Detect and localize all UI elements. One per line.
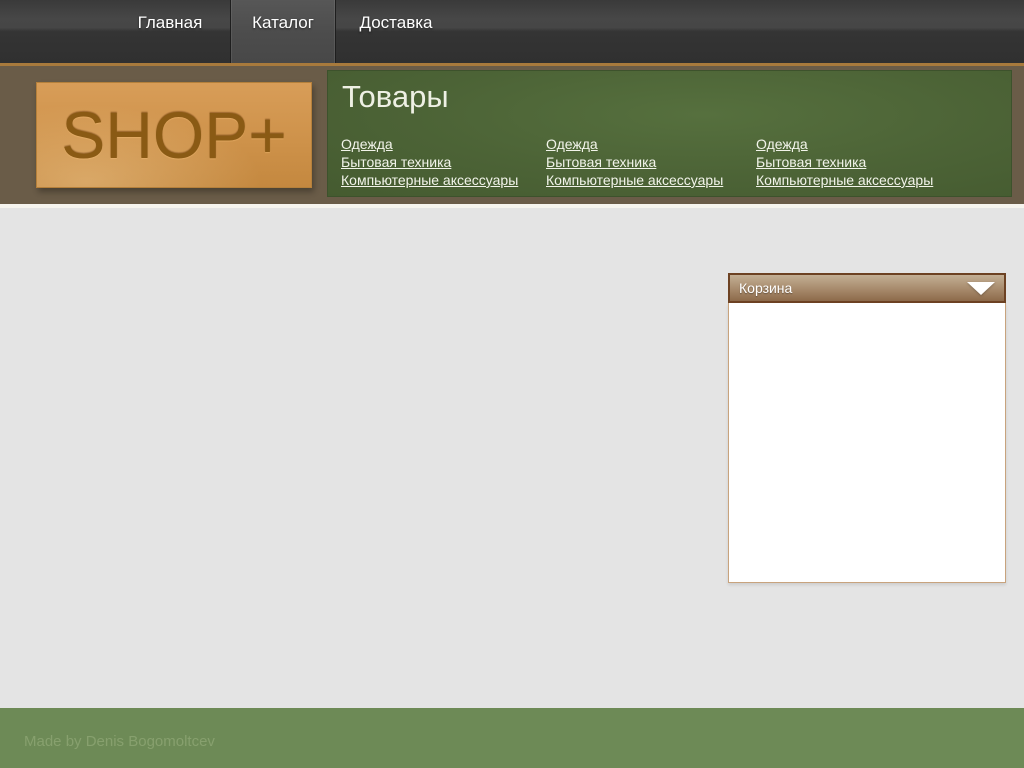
nav-item-delivery[interactable]: Доставка [336, 0, 456, 63]
cart-header[interactable]: Корзина [728, 273, 1006, 303]
shop-logo[interactable]: SHOP+ [36, 82, 312, 188]
site-header: SHOP+ Товары Одежда Бытовая техника Комп… [0, 66, 1024, 204]
cart-title: Корзина [739, 280, 792, 296]
products-panel: Товары Одежда Бытовая техника Компьютерн… [327, 70, 1012, 197]
products-title: Товары [342, 79, 449, 115]
link-computer-accessories[interactable]: Компьютерные аксессуары [341, 171, 518, 189]
cart-widget: Корзина [728, 273, 1006, 583]
nav-item-catalog[interactable]: Каталог [230, 0, 336, 63]
cart-body [728, 303, 1006, 583]
link-clothes[interactable]: Одежда [756, 135, 933, 153]
link-appliances[interactable]: Бытовая техника [546, 153, 723, 171]
link-clothes[interactable]: Одежда [341, 135, 518, 153]
nav-item-home[interactable]: Главная [110, 0, 230, 63]
footer-credit: Made by Denis Bogomoltcev [24, 733, 215, 750]
link-computer-accessories[interactable]: Компьютерные аксессуары [756, 171, 933, 189]
chevron-down-icon[interactable] [967, 282, 995, 295]
catalog-column-2: Одежда Бытовая техника Компьютерные аксе… [546, 135, 723, 189]
link-appliances[interactable]: Бытовая техника [341, 153, 518, 171]
link-computer-accessories[interactable]: Компьютерные аксессуары [546, 171, 723, 189]
link-appliances[interactable]: Бытовая техника [756, 153, 933, 171]
site-footer: Made by Denis Bogomoltcev [0, 708, 1024, 768]
catalog-column-1: Одежда Бытовая техника Компьютерные аксе… [341, 135, 518, 189]
top-navbar: Главная Каталог Доставка [0, 0, 1024, 63]
main-content: Корзина [0, 208, 1024, 708]
link-clothes[interactable]: Одежда [546, 135, 723, 153]
catalog-column-3: Одежда Бытовая техника Компьютерные аксе… [756, 135, 933, 189]
page: Главная Каталог Доставка SHOP+ Товары Од… [0, 0, 1024, 768]
